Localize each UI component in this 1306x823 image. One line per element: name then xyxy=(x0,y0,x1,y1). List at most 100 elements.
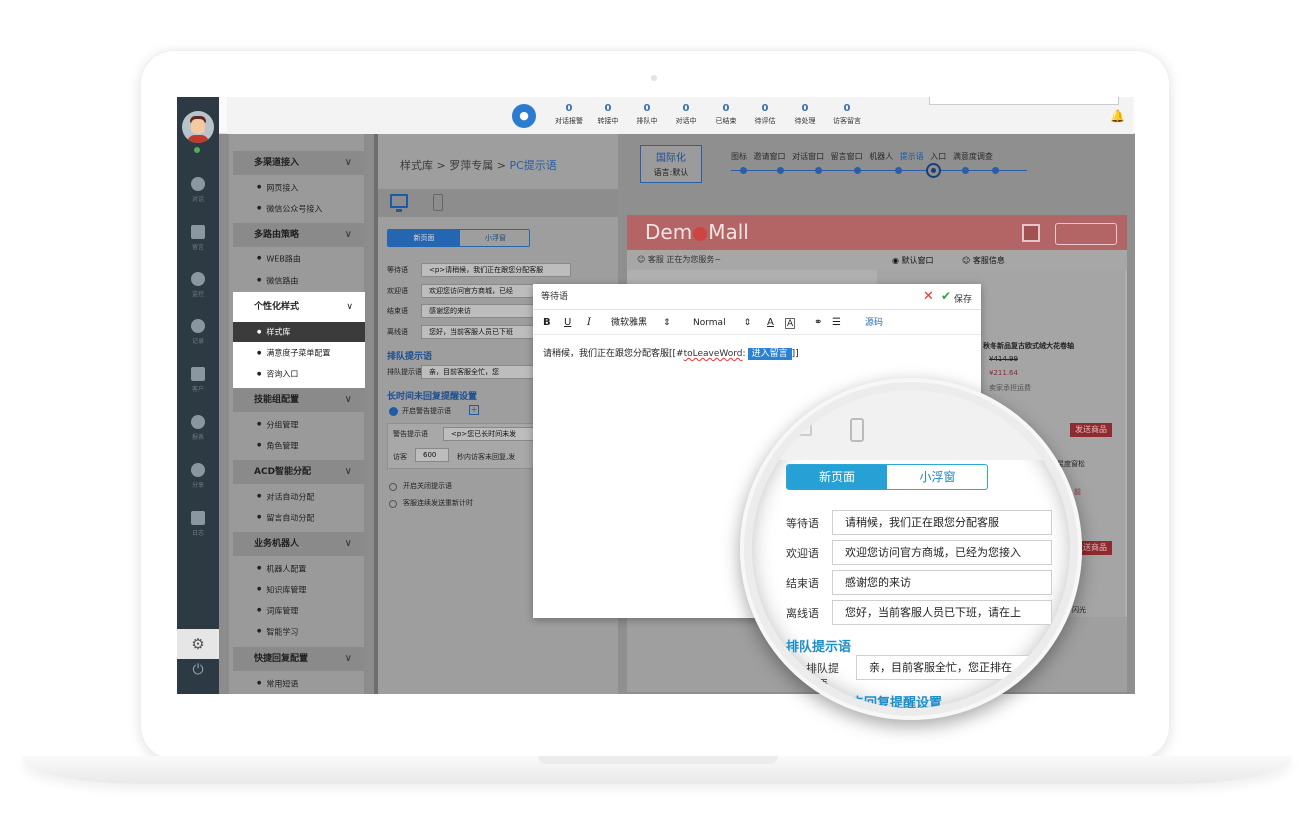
italic-button[interactable]: I xyxy=(587,315,591,331)
menu-section-channels[interactable]: 多渠道接入 ∨ xyxy=(233,151,364,175)
stat-number: 0 xyxy=(643,103,651,114)
stat-chatting[interactable]: 0 对话中 xyxy=(666,103,706,126)
menu-item-style-library[interactable]: 样式库 xyxy=(233,322,365,342)
desktop-icon[interactable] xyxy=(390,194,408,212)
underline-button[interactable]: U xyxy=(564,315,571,331)
menu-item-groups[interactable]: 分组管理 xyxy=(257,418,298,432)
stat-pending[interactable]: 0 待处理 xyxy=(785,103,825,126)
close-icon[interactable]: ✕ xyxy=(923,289,934,304)
nav-customers[interactable]: 客户 xyxy=(177,367,219,393)
nav-share[interactable]: 分享 xyxy=(177,463,219,489)
bell-icon[interactable]: 🔔 xyxy=(1110,109,1125,123)
settings-gear-icon[interactable]: ⚙ xyxy=(177,629,219,659)
warn-toggle-label: 开启警告提示语 xyxy=(402,407,451,415)
nav-history[interactable]: 记录 xyxy=(177,319,219,345)
globe-icon: ◉ xyxy=(892,256,902,265)
step-entry[interactable]: 入口 xyxy=(930,152,946,161)
menu-item-smart-learning[interactable]: 智能学习 xyxy=(257,625,298,639)
i18n-box[interactable]: 国际化 语言:默认 xyxy=(640,145,702,183)
magnifier-lens: 新页面 小浮窗 等待语 请稍候，我们正在跟您分配客服 欢迎语 欢迎您访问官方商城，已… xyxy=(752,390,1070,708)
align-icon[interactable]: ☰ xyxy=(832,315,841,331)
menu-item-message-assign[interactable]: 留言自动分配 xyxy=(257,511,314,525)
selected-tag[interactable]: 进入留言 xyxy=(747,348,792,360)
menu-section-bot[interactable]: 业务机器人 ∨ xyxy=(233,532,364,556)
nav-reports[interactable]: 报表 xyxy=(177,415,219,441)
menu-item-knowledge[interactable]: 知识库管理 xyxy=(257,583,306,597)
product-title: 秋冬新品复古欧式绒大花卷轴 xyxy=(983,342,1074,350)
add-icon[interactable]: + xyxy=(469,405,479,415)
stat-alarm[interactable]: 0 对话报警 xyxy=(549,103,589,126)
tab-new-page[interactable]: 新页面 xyxy=(388,230,460,246)
font-size-select[interactable]: Normal ⇕ xyxy=(693,315,751,331)
clock-icon xyxy=(191,319,205,333)
step-prompts[interactable]: 提示语 xyxy=(900,152,924,161)
tab-label: 客服信息 xyxy=(972,256,1005,265)
breadcrumb-item[interactable]: 样式库 xyxy=(400,159,433,172)
step-chat-window[interactable]: 对话窗口 xyxy=(792,152,824,161)
avatar[interactable] xyxy=(182,111,214,143)
tab-default-window[interactable]: ◉ 默认窗口 xyxy=(892,252,934,270)
visitor-label: 访客 xyxy=(393,453,407,461)
waiting-input[interactable]: <p>请稍候，我们正在跟您分配客服 xyxy=(421,263,571,277)
menu-item-satisfaction-submenu[interactable]: 满意度子菜单配置 xyxy=(257,345,330,361)
stat-visitor-messages[interactable]: 0 访客留言 xyxy=(825,103,869,126)
step-dot xyxy=(777,167,784,174)
menu-section-skills[interactable]: 技能组配置 ∨ xyxy=(233,388,364,412)
step-message-window[interactable]: 留言窗口 xyxy=(831,152,863,161)
top-search-box[interactable] xyxy=(929,97,1119,105)
bold-button[interactable]: B xyxy=(543,315,551,331)
nav-log[interactable]: 日志 xyxy=(177,511,219,537)
radio-reset-timer[interactable] xyxy=(389,500,397,508)
stat-ended[interactable]: 0 已结束 xyxy=(706,103,746,126)
editor-content[interactable]: 请稍候，我们正在跟您分配客服[[#toLeaveWord: 进入留言]] xyxy=(543,346,799,360)
qr-code-icon[interactable] xyxy=(1022,224,1040,242)
check-icon[interactable]: ✔ xyxy=(941,289,951,303)
menu-item-chat-assign[interactable]: 对话自动分配 xyxy=(257,490,314,504)
link-icon[interactable]: ⚭ xyxy=(814,315,822,331)
menu-section-acd[interactable]: ACD智能分配 ∨ xyxy=(233,460,364,484)
menu-section-quick-reply[interactable]: 快捷回复配置 ∨ xyxy=(233,647,364,671)
nav-message[interactable]: 留言 xyxy=(177,225,219,251)
step-icon[interactable]: 图标 xyxy=(731,152,747,161)
tab-agent-info[interactable]: ☺ 客服信息 xyxy=(962,252,1005,270)
send-product-button[interactable]: 发送商品 xyxy=(1070,423,1112,437)
power-icon[interactable]: ⏻ xyxy=(177,659,219,681)
nav-monitor[interactable]: 监控 xyxy=(177,272,219,298)
warn-input[interactable]: <p>您已长时间未发 xyxy=(443,427,535,441)
dialog-title: 等待语 xyxy=(533,284,981,310)
breadcrumb-item[interactable]: 罗萍专属 xyxy=(449,159,493,172)
stat-to-evaluate[interactable]: 0 待评估 xyxy=(745,103,785,126)
visitor-suffix: 秒内访客未回复,发 xyxy=(457,453,516,461)
menu-item-phrases[interactable]: 常用短语 xyxy=(257,677,298,691)
menu-item-entry[interactable]: 咨询入口 xyxy=(257,366,298,382)
menu-section-style[interactable]: 个性化样式 ∨ xyxy=(233,295,365,319)
check-circle-icon[interactable] xyxy=(389,407,398,416)
menu-section-routing[interactable]: 多路由策略 ∨ xyxy=(233,223,364,247)
font-family-select[interactable]: 微软雅黑 ⇕ xyxy=(611,315,671,331)
step-invite-window[interactable]: 邀请窗口 xyxy=(754,152,786,161)
tab-float-window[interactable]: 小浮窗 xyxy=(460,230,529,246)
menu-item-wechat-routing[interactable]: 微信路由 xyxy=(257,274,298,288)
queue-input: 亲，目前客服全忙，您正排在 xyxy=(856,655,1070,680)
step-robot[interactable]: 机器人 xyxy=(869,152,893,161)
mobile-icon[interactable] xyxy=(433,194,443,211)
menu-item-lexicon[interactable]: 词库管理 xyxy=(257,604,298,618)
menu-item-web-routing[interactable]: WEB路由 xyxy=(257,252,300,266)
step-satisfaction[interactable]: 满意度调查 xyxy=(953,152,993,161)
menu-item-roles[interactable]: 角色管理 xyxy=(257,439,298,453)
highlight-color-icon[interactable]: A xyxy=(785,318,796,329)
save-button[interactable]: 保存 xyxy=(954,292,972,305)
menu-item-wechat[interactable]: 微信公众号接入 xyxy=(257,202,322,216)
stat-queue[interactable]: 0 排队中 xyxy=(627,103,667,126)
menu-item-web[interactable]: 网页接入 xyxy=(257,181,298,195)
font-color-icon[interactable]: A xyxy=(767,315,774,331)
i18n-language: 语言:默认 xyxy=(653,168,689,177)
nav-chat[interactable]: 对话 xyxy=(177,177,219,203)
source-code-button[interactable]: 源码 xyxy=(865,315,883,331)
stat-transfer[interactable]: 0 转接中 xyxy=(588,103,628,126)
menu-item-bot-config[interactable]: 机器人配置 xyxy=(257,562,306,576)
visitor-seconds-input[interactable]: 600 xyxy=(415,448,449,462)
mall-header-button[interactable] xyxy=(1055,223,1117,245)
radio-close-tip[interactable] xyxy=(389,483,397,491)
stat-number: 0 xyxy=(722,103,730,114)
